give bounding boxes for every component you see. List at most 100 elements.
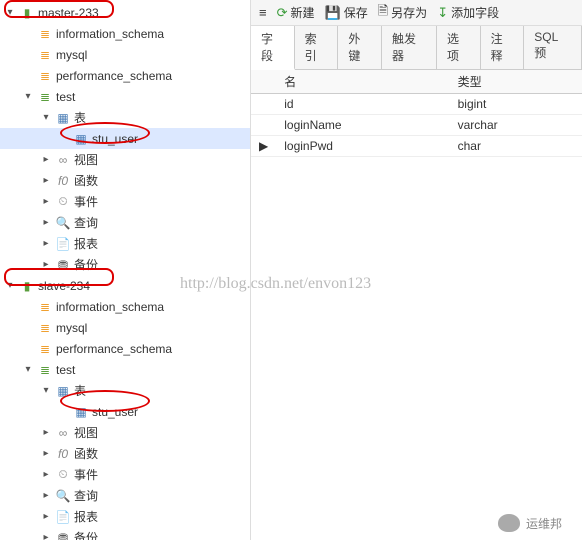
node-reports[interactable]: ▸ 📄 报表 — [0, 506, 250, 527]
connection-slave[interactable]: ▾ ▮ slave-234 — [0, 275, 250, 296]
backup-icon: ⛃ — [55, 530, 71, 540]
chevron-down-icon: ▾ — [4, 280, 16, 291]
node-queries[interactable]: ▸ 🔍 查询 — [0, 212, 250, 233]
db-test[interactable]: ▾ ≣ test — [0, 86, 250, 107]
cell-type[interactable]: char — [450, 136, 582, 157]
table-group-icon: ▦ — [55, 110, 71, 126]
tab-fields[interactable]: 字段 — [251, 26, 295, 70]
db-tree: ▾ ▮ master-233 ≣ information_schema ≣ my… — [0, 0, 250, 540]
chevron-right-icon: ▸ — [40, 511, 52, 522]
chevron-right-icon: ▸ — [40, 427, 52, 438]
save-button[interactable]: 💾 保存 — [321, 2, 372, 23]
node-functions[interactable]: ▸ f0 函数 — [0, 170, 250, 191]
db-mysql[interactable]: ≣ mysql — [0, 44, 250, 65]
database-icon: ≣ — [37, 341, 53, 357]
cell-type[interactable]: bigint — [450, 94, 582, 115]
event-icon: ⏲ — [55, 467, 71, 483]
database-icon: ≣ — [37, 47, 53, 63]
tab-indexes[interactable]: 索引 — [295, 26, 339, 69]
menu-button[interactable]: ≡ — [255, 3, 271, 22]
report-icon: 📄 — [55, 236, 71, 252]
db-mysql[interactable]: ≣ mysql — [0, 317, 250, 338]
chevron-right-icon: ▸ — [40, 154, 52, 165]
row-indicator — [251, 94, 276, 115]
cell-name[interactable]: loginPwd — [276, 136, 449, 157]
tab-comment[interactable]: 注释 — [481, 26, 525, 69]
node-queries[interactable]: ▸ 🔍 查询 — [0, 485, 250, 506]
fields-table: 名 类型 idbigintloginNamevarchar▶loginPwdch… — [251, 70, 582, 540]
node-tables[interactable]: ▾ ▦ 表 — [0, 380, 250, 401]
node-reports[interactable]: ▸ 📄 报表 — [0, 233, 250, 254]
chevron-down-icon: ▾ — [22, 91, 34, 102]
chevron-right-icon: ▸ — [40, 490, 52, 501]
chevron-right-icon: ▸ — [40, 532, 52, 540]
table-group-icon: ▦ — [55, 383, 71, 399]
wechat-icon — [498, 514, 520, 532]
chevron-down-icon: ▾ — [4, 7, 16, 18]
connection-icon: ▮ — [19, 278, 35, 294]
db-information-schema[interactable]: ≣ information_schema — [0, 296, 250, 317]
chevron-right-icon: ▸ — [40, 217, 52, 228]
db-performance-schema[interactable]: ≣ performance_schema — [0, 338, 250, 359]
chevron-right-icon: ▸ — [40, 259, 52, 270]
table-row[interactable]: idbigint — [251, 94, 582, 115]
footer-brand: 运维邦 — [498, 514, 562, 532]
row-indicator: ▶ — [251, 136, 276, 157]
col-name[interactable]: 名 — [276, 70, 449, 94]
connection-label: slave-234 — [38, 279, 90, 293]
table-row[interactable]: ▶loginPwdchar — [251, 136, 582, 157]
view-icon: ∞ — [55, 425, 71, 441]
save-icon: 💾 — [325, 5, 341, 21]
addfield-icon: ↧ — [437, 5, 448, 21]
saveas-icon: 🗎 — [378, 2, 388, 24]
node-backup[interactable]: ▸ ⛃ 备份 — [0, 254, 250, 275]
table-row[interactable]: loginNamevarchar — [251, 115, 582, 136]
tab-options[interactable]: 选项 — [437, 26, 481, 69]
query-icon: 🔍 — [55, 488, 71, 504]
tab-triggers[interactable]: 触发器 — [382, 26, 437, 69]
menu-icon: ≡ — [259, 5, 267, 20]
cell-name[interactable]: loginName — [276, 115, 449, 136]
database-icon: ≣ — [37, 26, 53, 42]
database-icon: ≣ — [37, 362, 53, 378]
col-type[interactable]: 类型 — [450, 70, 582, 94]
node-views[interactable]: ▸ ∞ 视图 — [0, 422, 250, 443]
node-views[interactable]: ▸ ∞ 视图 — [0, 149, 250, 170]
table-icon: ▦ — [73, 404, 89, 420]
view-icon: ∞ — [55, 152, 71, 168]
table-stu-user[interactable]: ▦ stu_user — [0, 401, 250, 422]
addfield-button[interactable]: ↧ 添加字段 — [433, 2, 503, 23]
table-stu-user[interactable]: ▦ stu_user — [0, 128, 250, 149]
function-icon: f0 — [55, 173, 71, 189]
tabs: 字段 索引 外键 触发器 选项 注释 SQL 预 — [251, 26, 582, 70]
connection-master[interactable]: ▾ ▮ master-233 — [0, 2, 250, 23]
query-icon: 🔍 — [55, 215, 71, 231]
new-button[interactable]: ⟳ 新建 — [273, 2, 319, 23]
backup-icon: ⛃ — [55, 257, 71, 273]
chevron-down-icon: ▾ — [40, 385, 52, 396]
node-backup[interactable]: ▸ ⛃ 备份 — [0, 527, 250, 540]
table-icon: ▦ — [73, 131, 89, 147]
connection-label: master-233 — [38, 6, 99, 20]
db-information-schema[interactable]: ≣ information_schema — [0, 23, 250, 44]
report-icon: 📄 — [55, 509, 71, 525]
db-test[interactable]: ▾ ≣ test — [0, 359, 250, 380]
node-functions[interactable]: ▸ f0 函数 — [0, 443, 250, 464]
cell-name[interactable]: id — [276, 94, 449, 115]
db-performance-schema[interactable]: ≣ performance_schema — [0, 65, 250, 86]
cell-type[interactable]: varchar — [450, 115, 582, 136]
tab-fk[interactable]: 外键 — [338, 26, 382, 69]
function-icon: f0 — [55, 446, 71, 462]
node-events[interactable]: ▸ ⏲ 事件 — [0, 191, 250, 212]
chevron-right-icon: ▸ — [40, 238, 52, 249]
node-events[interactable]: ▸ ⏲ 事件 — [0, 464, 250, 485]
chevron-right-icon: ▸ — [40, 196, 52, 207]
row-indicator — [251, 115, 276, 136]
tab-sql[interactable]: SQL 预 — [524, 26, 582, 69]
chevron-right-icon: ▸ — [40, 448, 52, 459]
saveas-button[interactable]: 🗎 另存为 — [374, 0, 431, 26]
toolbar: ≡ ⟳ 新建 💾 保存 🗎 另存为 ↧ 添加字段 — [251, 0, 582, 26]
chevron-right-icon: ▸ — [40, 175, 52, 186]
node-tables[interactable]: ▾ ▦ 表 — [0, 107, 250, 128]
connection-icon: ▮ — [19, 5, 35, 21]
